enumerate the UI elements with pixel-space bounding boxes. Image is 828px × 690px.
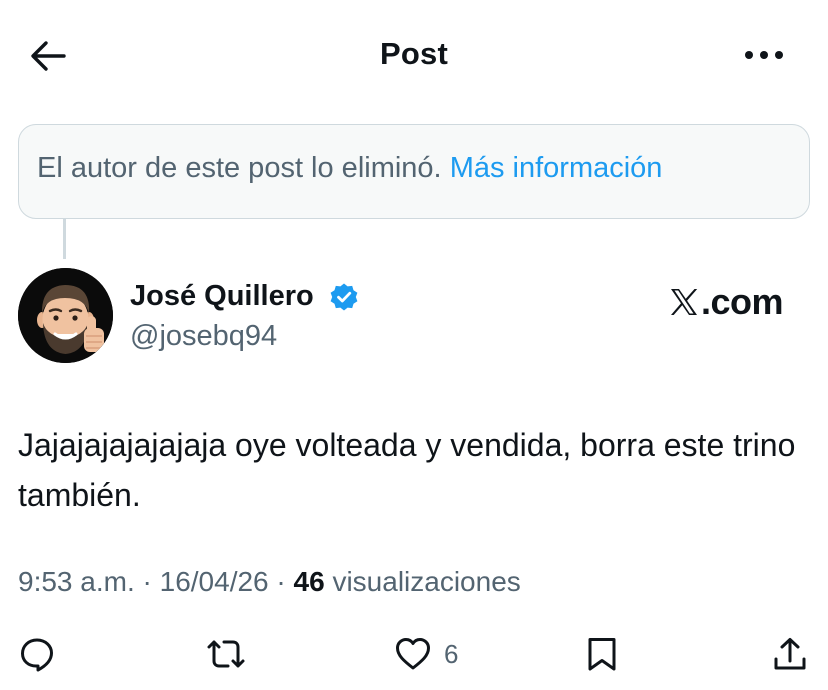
share-button[interactable]	[771, 634, 809, 674]
more-options-button[interactable]	[742, 40, 786, 70]
meta-separator: ·	[142, 566, 160, 597]
top-bar: Post	[0, 0, 828, 110]
post-text: Jajajajajajajaja oye volteada y vendida,…	[18, 427, 796, 513]
memoji-avatar-icon	[18, 268, 113, 363]
post-meta: 9:53 a.m. · 16/04/26 · 46 visualizacione…	[18, 566, 521, 598]
bookmark-icon	[588, 638, 616, 671]
notice-text: El autor de este post lo eliminó.	[37, 152, 442, 184]
views-count: 46	[293, 566, 325, 597]
thread-connector	[63, 219, 66, 259]
x-logo-icon	[671, 289, 698, 315]
post-time[interactable]: 9:53 a.m.	[18, 566, 135, 597]
deleted-post-notice: El autor de este post lo eliminó. Más in…	[18, 124, 810, 219]
repost-icon	[207, 640, 245, 668]
repost-button[interactable]	[204, 634, 248, 674]
author-handle[interactable]: @josebq94	[130, 320, 277, 353]
like-button[interactable]: 6	[394, 634, 458, 674]
heart-icon	[396, 638, 430, 670]
post-date[interactable]: 16/04/26	[160, 566, 269, 597]
reply-button[interactable]	[18, 634, 56, 674]
more-horizontal-icon	[745, 51, 783, 59]
learn-more-link[interactable]: Más información	[450, 152, 663, 184]
x-com-text: .com	[701, 281, 784, 322]
reply-icon	[21, 638, 53, 672]
bookmark-button[interactable]	[583, 634, 621, 674]
author-name[interactable]: José Quillero	[130, 280, 314, 313]
avatar[interactable]	[18, 268, 113, 363]
share-icon	[774, 638, 806, 670]
page-title: Post	[380, 36, 448, 71]
views-label: visualizaciones	[332, 566, 521, 597]
post-detail-page: Post El autor de este post lo eliminó. M…	[0, 0, 828, 690]
verified-badge-icon	[330, 283, 358, 311]
like-count: 6	[444, 638, 459, 669]
meta-separator: ·	[276, 566, 294, 597]
x-com-logo: .com	[668, 281, 784, 323]
